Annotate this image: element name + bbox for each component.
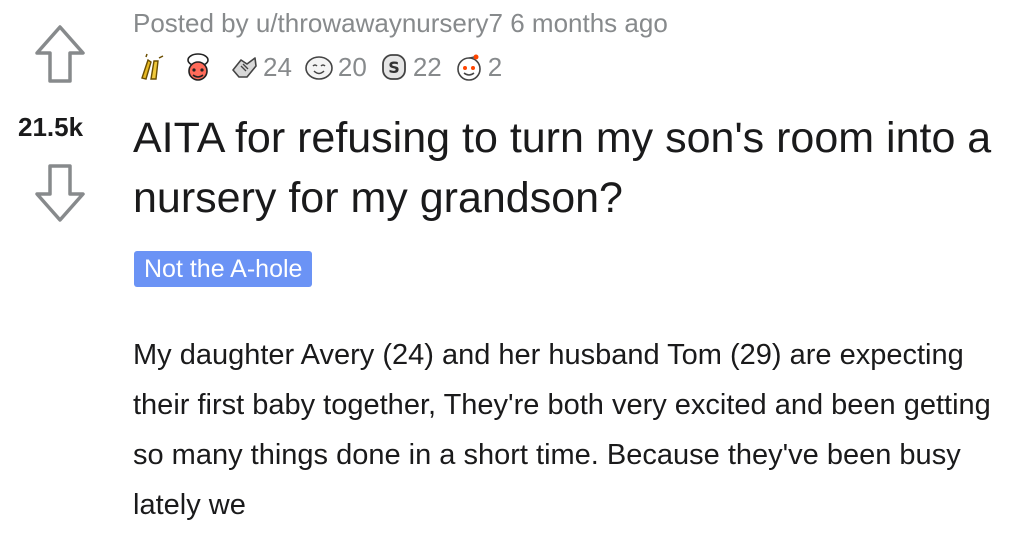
award-praise[interactable] xyxy=(137,52,177,82)
award-count: 22 xyxy=(412,51,442,82)
award-chef[interactable] xyxy=(183,52,223,82)
handshake-icon xyxy=(232,57,257,78)
post-title[interactable]: AITA for refusing to turn my son's room … xyxy=(133,108,1013,228)
post-card: 21.5k Posted by u/throwawaynursery7 6 mo… xyxy=(0,0,1024,535)
post-time: 6 months ago xyxy=(510,8,668,38)
award-count: 20 xyxy=(337,51,367,82)
praise-hands-icon xyxy=(141,53,164,80)
upvote-button[interactable] xyxy=(34,24,86,84)
vote-score: 21.5k xyxy=(18,112,84,142)
downvote-arrow-icon xyxy=(35,164,85,222)
award-helpful[interactable]: 2 xyxy=(454,52,508,83)
vote-column: 21.5k xyxy=(0,0,120,260)
helpful-face-icon xyxy=(456,54,481,81)
post-body: My daughter Avery (24) and her husband T… xyxy=(133,339,991,521)
upvote-arrow-icon xyxy=(35,25,85,83)
post-meta: Posted by u/throwawaynursery7 6 months a… xyxy=(133,8,668,39)
award-wholesome[interactable]: 20 xyxy=(304,52,373,83)
author-link[interactable]: u/throwawaynursery7 xyxy=(256,8,503,38)
wholesome-chef-icon xyxy=(187,53,209,81)
award-count: 24 xyxy=(263,51,292,82)
awards-row: 24 20 S 22 2 xyxy=(137,50,508,84)
svg-text:S: S xyxy=(388,58,400,77)
meta-prefix: Posted by xyxy=(133,8,249,38)
award-silver[interactable]: S 22 xyxy=(379,52,448,83)
wholesome-smile-icon xyxy=(305,56,333,80)
silver-coin-icon: S xyxy=(381,54,406,80)
downvote-button[interactable] xyxy=(34,163,86,223)
award-handshake[interactable]: 24 xyxy=(229,52,298,83)
award-count: 2 xyxy=(487,51,503,82)
post-flair[interactable]: Not the A-hole xyxy=(134,251,313,287)
